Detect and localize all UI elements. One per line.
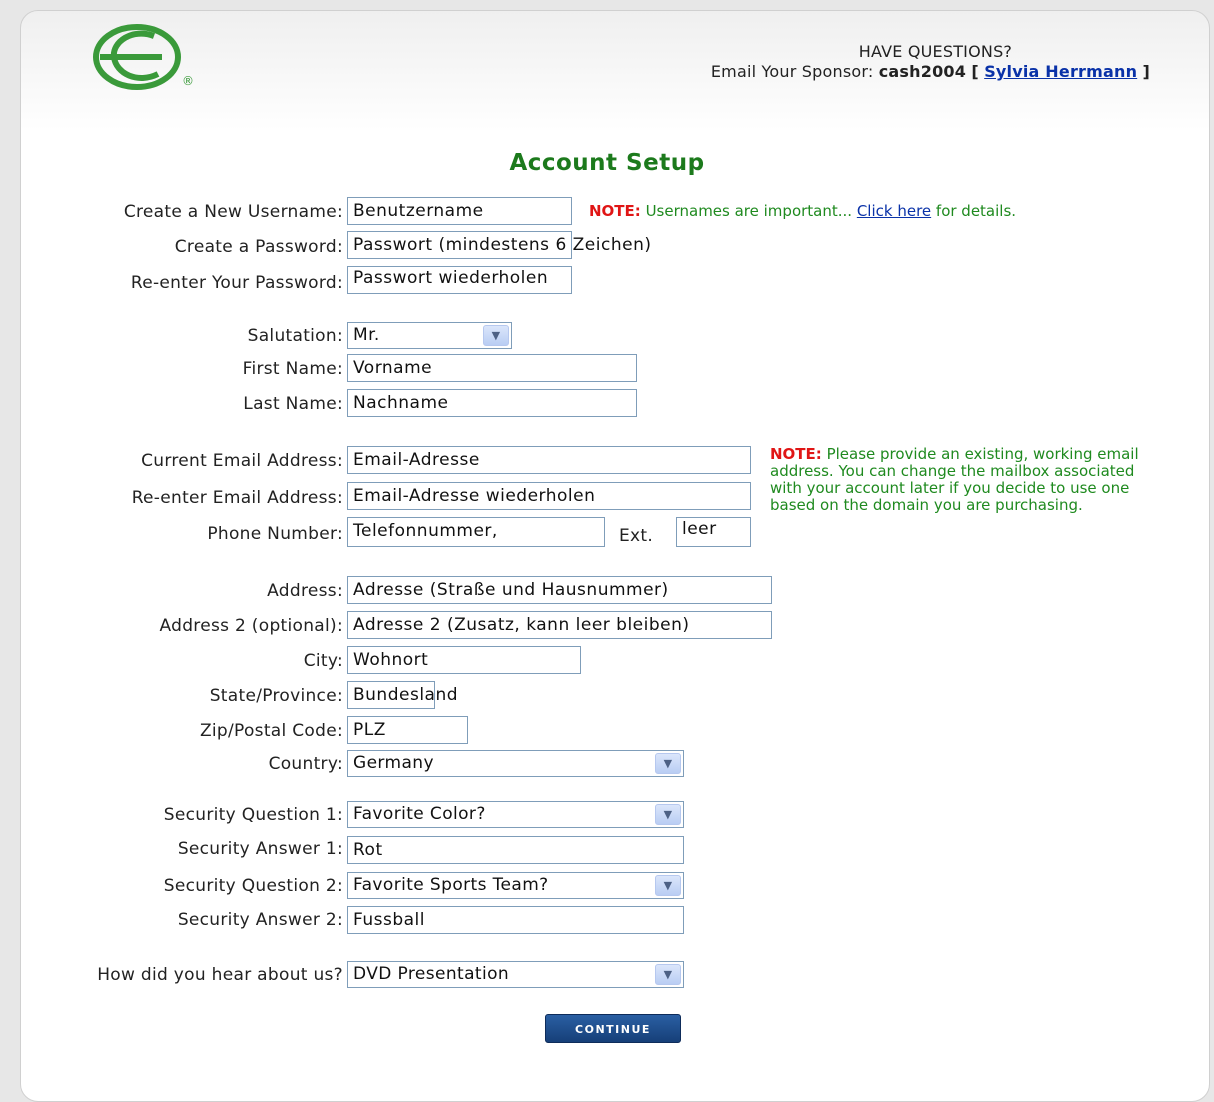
- last-name-input[interactable]: Nachname: [347, 389, 637, 417]
- bracket-open: [: [971, 62, 979, 81]
- city-label: City:: [303, 651, 343, 671]
- username-note-label: NOTE:: [589, 202, 641, 220]
- sponsor-prefix: Email Your Sponsor:: [710, 62, 874, 81]
- salutation-label: Salutation:: [247, 326, 343, 346]
- sponsor-header: HAVE QUESTIONS? Email Your Sponsor: cash…: [711, 42, 1150, 82]
- address2-input[interactable]: Adresse 2 (Zusatz, kann leer bleiben): [347, 611, 772, 639]
- security-answer-2-label: Security Answer 2:: [177, 910, 343, 930]
- chevron-down-icon[interactable]: ▼: [655, 964, 681, 985]
- referral-select[interactable]: DVD Presentation ▼: [347, 961, 684, 988]
- security-question-1-select[interactable]: Favorite Color? ▼: [347, 801, 684, 828]
- referral-value: DVD Presentation: [353, 964, 510, 984]
- country-value: Germany: [353, 753, 434, 773]
- city-input[interactable]: Wohnort: [347, 646, 581, 674]
- chevron-down-icon[interactable]: ▼: [483, 325, 509, 346]
- salutation-value: Mr.: [353, 325, 380, 345]
- security-question-1-label: Security Question 1:: [163, 805, 343, 825]
- page-title: Account Setup: [509, 150, 705, 176]
- username-input[interactable]: Benutzername: [347, 197, 572, 225]
- password-input[interactable]: Passwort (mindestens 6 Zeichen): [347, 231, 651, 259]
- zip-input[interactable]: PLZ: [347, 716, 468, 744]
- chevron-down-icon[interactable]: ▼: [655, 753, 681, 774]
- continue-button[interactable]: CONTINUE: [545, 1014, 681, 1043]
- security-question-2-value: Favorite Sports Team?: [353, 875, 549, 895]
- email-note-text: Please provide an existing, working emai…: [770, 445, 1139, 514]
- phone-input[interactable]: Telefonnummer,: [347, 517, 605, 547]
- country-label: Country:: [268, 754, 343, 774]
- company-logo: [93, 24, 181, 90]
- ext-label: Ext.: [619, 526, 654, 546]
- first-name-label: First Name:: [242, 359, 343, 379]
- last-name-label: Last Name:: [243, 394, 343, 414]
- ext-input[interactable]: leer: [676, 517, 751, 547]
- username-note-after: for details.: [931, 202, 1017, 220]
- email-confirm-label: Re-enter Email Address:: [131, 488, 343, 508]
- have-questions-text: HAVE QUESTIONS?: [858, 42, 1013, 61]
- email-note-label: NOTE:: [770, 445, 822, 463]
- country-select[interactable]: Germany ▼: [347, 750, 684, 777]
- password-confirm-label: Re-enter Your Password:: [130, 273, 343, 293]
- registered-mark: ®: [182, 74, 194, 88]
- address-label: Address:: [267, 581, 343, 601]
- username-note-text: Usernames are important...: [640, 202, 857, 220]
- state-input[interactable]: Bundesland: [347, 681, 458, 709]
- password-label: Create a Password:: [174, 237, 343, 257]
- email-label: Current Email Address:: [141, 451, 343, 471]
- state-label: State/Province:: [209, 686, 343, 706]
- email-note: NOTE: Please provide an existing, workin…: [770, 446, 1170, 514]
- chevron-down-icon[interactable]: ▼: [655, 875, 681, 896]
- password-confirm-input[interactable]: Passwort wiederholen: [347, 266, 572, 294]
- bracket-close: ]: [1142, 62, 1150, 81]
- zip-label: Zip/Postal Code:: [199, 721, 343, 741]
- salutation-select[interactable]: Mr. ▼: [347, 322, 512, 349]
- username-note: NOTE: Usernames are important... Click h…: [589, 203, 1016, 220]
- click-here-link[interactable]: Click here: [857, 202, 931, 220]
- email-confirm-input[interactable]: Email-Adresse wiederholen: [347, 482, 751, 510]
- chevron-down-icon[interactable]: ▼: [655, 804, 681, 825]
- security-answer-1-input[interactable]: Rot: [347, 836, 684, 864]
- security-answer-2-input[interactable]: Fussball: [347, 906, 684, 934]
- phone-label: Phone Number:: [207, 524, 343, 544]
- email-input[interactable]: Email-Adresse: [347, 446, 751, 474]
- security-question-1-value: Favorite Color?: [353, 804, 486, 824]
- sponsor-name-link[interactable]: Sylvia Herrmann: [984, 62, 1137, 81]
- security-answer-1-label: Security Answer 1:: [177, 839, 343, 859]
- address2-label: Address 2 (optional):: [159, 616, 343, 636]
- address-input[interactable]: Adresse (Straße und Hausnummer): [347, 576, 772, 604]
- referral-label: How did you hear about us?: [97, 965, 343, 985]
- sponsor-id: cash2004: [878, 62, 967, 81]
- security-question-2-label: Security Question 2:: [163, 876, 343, 896]
- first-name-input[interactable]: Vorname: [347, 354, 637, 382]
- security-question-2-select[interactable]: Favorite Sports Team? ▼: [347, 872, 684, 899]
- username-label: Create a New Username:: [123, 202, 343, 222]
